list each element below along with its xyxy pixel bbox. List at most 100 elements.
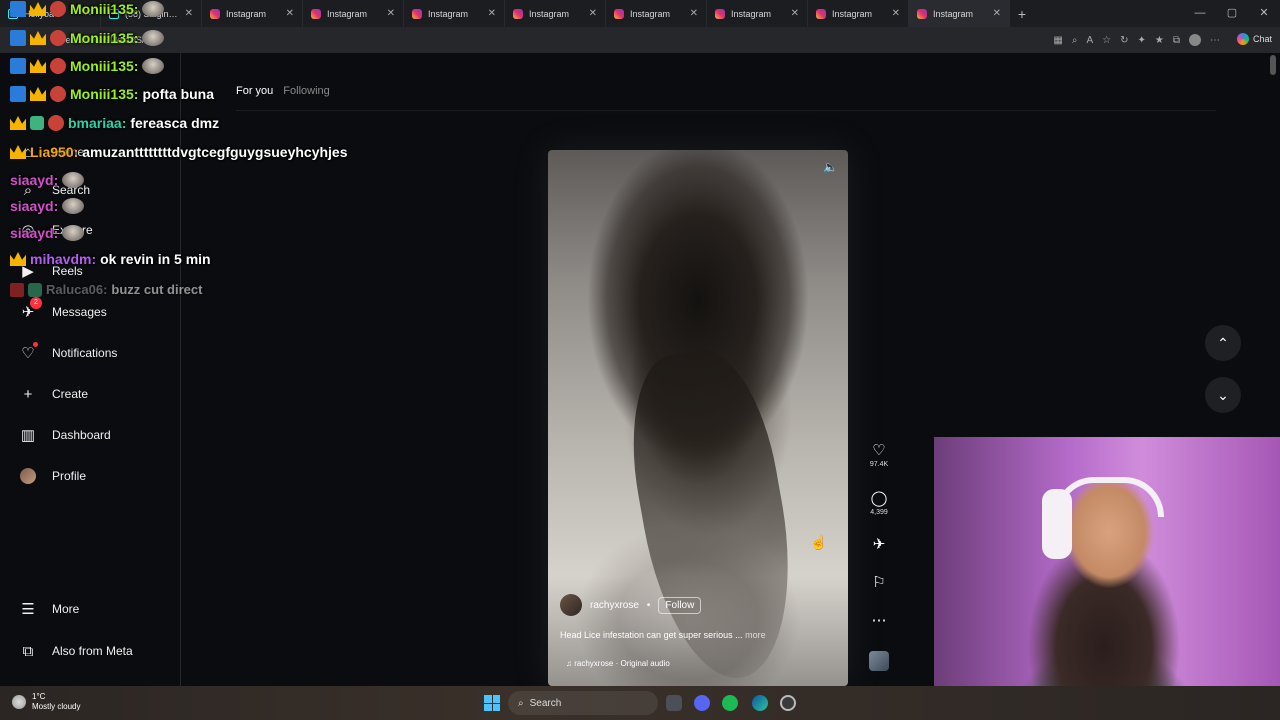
chat-username: Lia950:: [30, 144, 79, 160]
favorites-icon[interactable]: ★: [1155, 35, 1164, 46]
spotify-icon[interactable]: [722, 695, 738, 711]
tab-for-you[interactable]: For you: [236, 85, 273, 97]
comment-button[interactable]: ◯ 4,399: [866, 489, 892, 516]
sidebar-item-profile[interactable]: Profile: [18, 463, 86, 489]
close-window-icon[interactable]: ✕: [1248, 0, 1280, 27]
browser-tab[interactable]: Instagram ✕: [606, 0, 707, 27]
emote-icon: [48, 115, 64, 131]
windows-logo-icon: [492, 695, 500, 703]
chat-username: bmariaa:: [68, 115, 127, 131]
grid-icon: ⧉: [22, 642, 34, 660]
scrollbar-thumb[interactable]: [1270, 55, 1276, 75]
tab-label: Instagram: [630, 8, 671, 19]
apps-icon[interactable]: ▦: [1053, 35, 1062, 46]
tab-close-icon[interactable]: ✕: [286, 8, 294, 19]
save-button[interactable]: ⚐: [866, 573, 892, 591]
crown-badge-icon: [10, 252, 26, 266]
browser-tab[interactable]: Instagram ✕: [202, 0, 303, 27]
minimize-icon[interactable]: —: [1184, 0, 1216, 27]
browser-tab[interactable]: Instagram ✕: [404, 0, 505, 27]
reel-author: rachyxrose • Follow: [560, 594, 702, 616]
browser-tab[interactable]: Instagram ✕: [707, 0, 808, 27]
chat-message: bmariaa: fereasca dmz: [10, 115, 219, 131]
tab-close-icon[interactable]: ✕: [993, 8, 1001, 19]
sidebar-item-messages[interactable]: ✈ 2 Messages: [18, 297, 107, 325]
chat-username: Moniii135:: [70, 1, 139, 17]
new-tab-icon[interactable]: +: [1010, 6, 1034, 22]
browser-tab[interactable]: Instagram ✕: [505, 0, 606, 27]
copilot-chat-button[interactable]: Chat: [1236, 33, 1272, 45]
heart-icon: ♡: [18, 342, 38, 362]
edge-icon[interactable]: [752, 695, 768, 711]
crown-badge-icon: [30, 59, 46, 73]
reel-video[interactable]: 🔈 ☝ rachyxrose • Follow Head Lice infest…: [548, 150, 848, 686]
tab-close-icon[interactable]: ✕: [690, 8, 698, 19]
volume-icon[interactable]: 🔈: [823, 160, 838, 174]
read-aloud-icon[interactable]: A: [1086, 35, 1093, 46]
sidebar-item-also-from-meta[interactable]: ⧉ Also from Meta: [18, 638, 133, 664]
share-button[interactable]: ✈: [866, 535, 892, 553]
browser-tab[interactable]: Instagram ✕: [303, 0, 404, 27]
chat-username: Raluca06:: [46, 282, 108, 297]
comment-icon: ◯: [870, 490, 888, 507]
tab-label: Instagram: [832, 8, 873, 19]
sidebar-item-dashboard[interactable]: ▥ Dashboard: [18, 422, 111, 448]
tab-close-icon[interactable]: ✕: [892, 8, 900, 19]
browser-tab[interactable]: Instagram ✕: [808, 0, 909, 27]
sidebar-item-more[interactable]: ☰ More: [18, 596, 79, 622]
chat-username: siaayd:: [10, 172, 59, 188]
like-button[interactable]: ♡ 97.4K: [866, 441, 892, 468]
more-options-button[interactable]: ⋯: [866, 611, 892, 629]
browser-menu-icon[interactable]: ⋯: [1210, 35, 1220, 46]
tab-close-icon[interactable]: ✕: [488, 8, 496, 19]
file-explorer-icon[interactable]: [666, 695, 682, 711]
audio-thumbnail[interactable]: [866, 651, 892, 671]
obs-icon[interactable]: [780, 695, 796, 711]
sidebar-item-create[interactable]: + Create: [18, 381, 88, 407]
author-avatar[interactable]: [560, 594, 582, 616]
tab-close-icon[interactable]: ✕: [791, 8, 799, 19]
favorite-icon[interactable]: ☆: [1102, 35, 1111, 46]
sidebar-item-notifications[interactable]: ♡ Notifications: [18, 340, 117, 366]
emote-icon: [50, 30, 66, 46]
tab-close-icon[interactable]: ✕: [387, 8, 395, 19]
maximize-icon[interactable]: ▢: [1216, 0, 1248, 27]
follow-button[interactable]: Follow: [658, 596, 702, 614]
author-username[interactable]: rachyxrose: [590, 600, 639, 611]
chat-message: siaayd:: [10, 198, 85, 214]
discord-icon[interactable]: [694, 695, 710, 711]
browser-profile-avatar[interactable]: [1189, 34, 1201, 46]
sidebar-item-label: More: [52, 602, 80, 616]
chat-username: Moniii135:: [70, 30, 139, 46]
next-reel-button[interactable]: ⌄: [1205, 377, 1241, 413]
caption-more-link[interactable]: more: [745, 630, 766, 640]
channel-badge-icon: [10, 30, 26, 46]
divider: [236, 110, 1216, 111]
chat-username: Moniii135:: [70, 58, 139, 74]
start-button[interactable]: [484, 695, 500, 711]
tab-close-icon[interactable]: ✕: [589, 8, 597, 19]
browser-tab-active[interactable]: Instagram ✕: [909, 0, 1010, 27]
caption-text: Head Lice infestation can get super seri…: [560, 630, 743, 640]
extensions-icon[interactable]: ✦: [1138, 35, 1146, 46]
reel-audio[interactable]: ♫ rachyxrose · Original audio: [566, 659, 670, 668]
tab-close-icon[interactable]: ✕: [185, 8, 193, 19]
windows-taskbar: 1°C Mostly cloudy ⌕ Search: [0, 686, 1280, 720]
tab-label: Instagram: [529, 8, 570, 19]
zoom-icon[interactable]: ⌕: [1072, 35, 1078, 46]
tab-following[interactable]: Following: [283, 85, 329, 97]
channel-badge-icon: [10, 1, 26, 17]
taskbar-search-label: Search: [529, 697, 562, 709]
refresh-icon[interactable]: ↻: [1120, 35, 1128, 46]
comment-count: 4,399: [870, 509, 888, 516]
chevron-up-icon: ⌃: [1217, 335, 1229, 351]
sidebar-item-label: Dashboard: [52, 428, 111, 442]
emote-icon: [142, 1, 165, 17]
sidebar-item-label: Create: [52, 387, 89, 401]
notification-dot: [33, 342, 38, 347]
collections-icon[interactable]: ⧉: [1173, 35, 1180, 46]
taskbar-search[interactable]: ⌕ Search: [508, 691, 658, 715]
weather-widget[interactable]: 1°C Mostly cloudy: [12, 692, 80, 712]
previous-reel-button[interactable]: ⌃: [1205, 325, 1241, 361]
crown-badge-icon: [30, 31, 46, 45]
